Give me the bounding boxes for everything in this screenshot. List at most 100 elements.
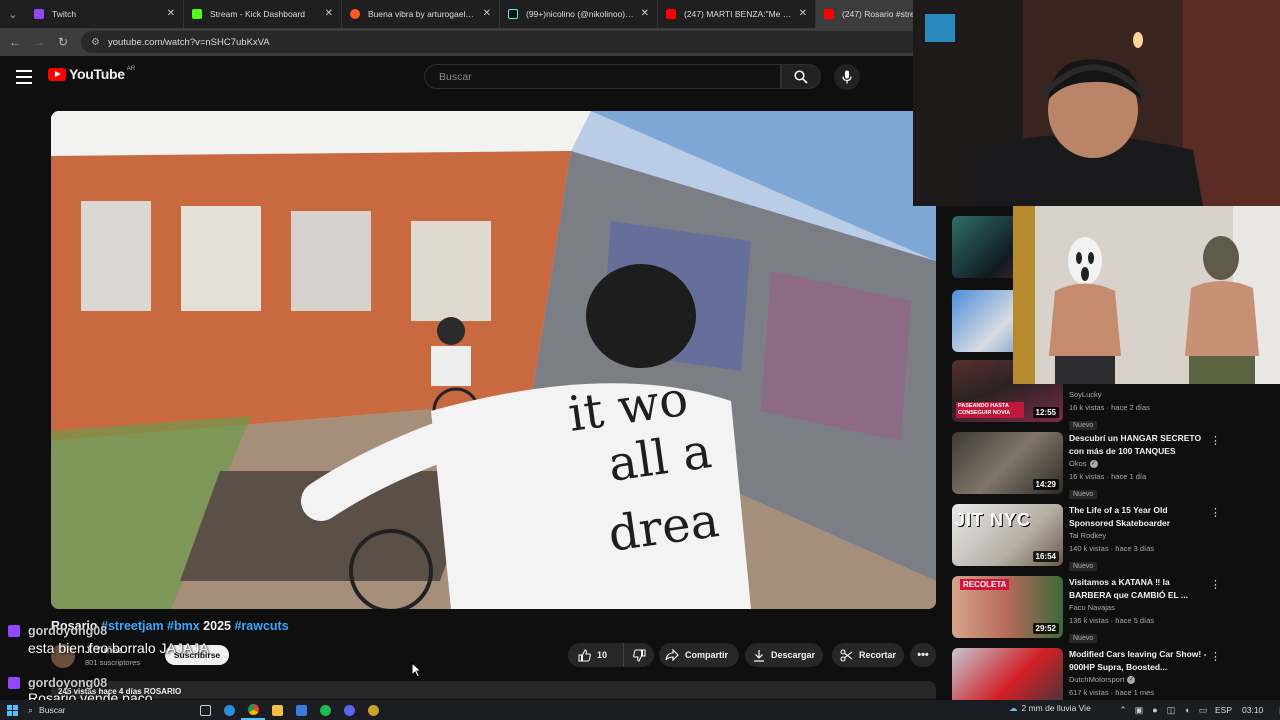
weather-widget[interactable]: ☁ 2 mm de lluvia Vie [1009, 703, 1091, 714]
twitch-badge-icon [8, 677, 20, 689]
search-button[interactable] [781, 64, 821, 89]
tab-title: (99+)nicolino (@nikolinoo) | Ti [526, 9, 635, 19]
like-button[interactable]: 10 [568, 643, 624, 667]
dislike-button[interactable] [624, 649, 654, 662]
verified-icon: ✓ [1127, 676, 1136, 685]
new-badge: Nuevo [1069, 421, 1098, 430]
clip-button[interactable]: Recortar [832, 643, 904, 667]
more-actions-button[interactable]: ••• [910, 643, 936, 667]
close-icon[interactable]: ✕ [799, 8, 807, 19]
thumbs-down-icon [632, 649, 645, 662]
windows-logo-icon [6, 704, 18, 716]
url-field[interactable]: ⚙ youtube.com/watch?v=nSHC7ubKxVA [81, 31, 941, 53]
search-placeholder: Buscar [439, 70, 472, 83]
video-title[interactable]: Visitamos a KATANA ‼ la BARBERA que CAMB… [1069, 576, 1209, 601]
share-button[interactable]: Compartir [659, 643, 739, 667]
video-title[interactable]: Modified Cars leaving Car Show! - 900HP … [1069, 648, 1209, 673]
video-title[interactable]: The Life of a 15 Year Old Sponsored Skat… [1069, 504, 1209, 529]
file-explorer-icon[interactable] [265, 700, 289, 720]
search-icon: ⌕ [28, 704, 34, 715]
video-stats: 617 k vistas · hace 1 mes [1069, 688, 1155, 697]
forward-arrow-icon[interactable]: → [27, 30, 51, 54]
taskbar-search[interactable]: ⌕ Buscar [28, 702, 193, 718]
related-video-item[interactable]: 14:29 Descubrí un HANGAR SECRETO con más… [952, 432, 1280, 499]
subscriber-count: 801 suscriptores [85, 658, 141, 667]
music-favicon-icon [350, 9, 360, 19]
video-stats: 16 k vistas · hace 1 día [1069, 472, 1147, 481]
channel-name[interactable]: Tal Rodkey [1069, 529, 1209, 542]
share-label: Compartir [685, 650, 729, 660]
video-title[interactable]: Descubrí un HANGAR SECRETO con más de 10… [1069, 432, 1209, 457]
tab-title: (247) MARTI BENZA:"Me quedé [684, 9, 793, 19]
video-player[interactable]: it wo all a drea [51, 111, 936, 609]
thumbnail-caption: PASEANDO HASTA CONSEGUIR NOVIA [956, 402, 1024, 418]
close-icon[interactable]: ✕ [641, 8, 649, 19]
more-horizontal-icon: ••• [917, 649, 929, 661]
video-thumbnail[interactable]: JIT NYC 16:54 [952, 504, 1063, 566]
start-button[interactable] [2, 700, 22, 720]
microphone-icon [842, 70, 852, 84]
more-options-icon[interactable]: ⋮ [1210, 652, 1221, 663]
video-duration: 14:29 [1032, 479, 1059, 490]
spotify-app-icon[interactable] [313, 700, 337, 720]
microphone-icon[interactable]: ● [1147, 705, 1163, 715]
language-indicator[interactable]: ESP [1215, 705, 1232, 715]
browser-tab[interactable]: (247) MARTI BENZA:"Me quedé ✕ [658, 0, 816, 28]
site-info-icon[interactable]: ⚙ [91, 37, 100, 48]
browser-tab[interactable]: Buena vibra by arturogaeldelec ✕ [342, 0, 500, 28]
channel-name[interactable]: SoyLucky [1069, 388, 1209, 401]
close-icon[interactable]: ✕ [483, 8, 491, 19]
new-badge: Nuevo [1069, 634, 1098, 643]
youtube-favicon-icon [824, 9, 834, 19]
video-duration: 16:54 [1032, 551, 1059, 562]
close-icon[interactable]: ✕ [325, 8, 333, 19]
download-button[interactable]: Descargar [745, 643, 823, 667]
close-icon[interactable]: ✕ [167, 8, 175, 19]
related-video-item[interactable]: JIT NYC 16:54 The Life of a 15 Year Old … [952, 504, 1280, 571]
chat-message: gordoyong08 esta bien feo borralo JAJAJA [8, 624, 428, 656]
youtube-logo[interactable]: YouTube AR [48, 66, 135, 82]
clock[interactable]: 03:10 [1242, 705, 1263, 715]
battery-icon[interactable]: ▭ [1195, 705, 1211, 716]
system-tray: ⌃ ▣ ● ◫ ◖ ▭ ESP 03:10 ▤ [1115, 700, 1280, 720]
more-options-icon[interactable]: ⋮ [1210, 580, 1221, 591]
scissors-icon [840, 648, 853, 662]
new-badge: Nuevo [1069, 490, 1098, 499]
app-tray-icon[interactable]: ▣ [1131, 705, 1147, 716]
notifications-icon[interactable]: ▤ [1275, 705, 1280, 716]
chrome-app-icon[interactable] [241, 700, 265, 720]
kick-favicon-icon [192, 9, 202, 19]
browser-tab[interactable]: (99+)nicolino (@nikolinoo) | Ti ✕ [500, 0, 658, 28]
network-icon[interactable]: ◫ [1163, 705, 1179, 716]
streamer-webcam-overlay [913, 0, 1280, 206]
chevron-up-icon[interactable]: ⌃ [1115, 705, 1131, 716]
tab-search-icon[interactable]: ⌄ [0, 0, 26, 28]
more-options-icon[interactable]: ⋮ [1210, 436, 1221, 447]
video-thumbnail[interactable]: 14:29 [952, 432, 1063, 494]
download-icon [754, 649, 764, 662]
reload-icon[interactable]: ↻ [51, 30, 75, 54]
browser-tab[interactable]: Twitch ✕ [26, 0, 184, 28]
taskview-icon[interactable] [193, 700, 217, 720]
browser-tab[interactable]: Stream - Kick Dashboard ✕ [184, 0, 342, 28]
channel-name[interactable]: DutchMotorsport [1069, 675, 1124, 684]
channel-name[interactable]: Facu Navajas [1069, 601, 1209, 614]
discord-app-icon[interactable] [337, 700, 361, 720]
hamburger-menu-icon[interactable] [16, 70, 32, 84]
chat-message-text: esta bien feo borralo JAJAJA [28, 640, 209, 656]
chat-username: gordoyong08 [28, 676, 108, 690]
related-video-item[interactable]: RECOLETA 29:52 Visitamos a KATANA ‼ la B… [952, 576, 1280, 643]
back-arrow-icon[interactable]: ← [3, 30, 27, 54]
chat-username: gordoyong08 [28, 624, 108, 638]
obs-app-icon[interactable] [361, 700, 385, 720]
voice-search-button[interactable] [834, 64, 860, 90]
video-stats: 16 k vistas · hace 2 días [1069, 403, 1150, 412]
more-options-icon[interactable]: ⋮ [1210, 508, 1221, 519]
search-input[interactable]: Buscar [424, 64, 781, 89]
rain-cloud-icon: ☁ [1009, 703, 1018, 713]
channel-name[interactable]: Okos [1069, 459, 1087, 468]
volume-icon[interactable]: ◖ [1179, 705, 1195, 715]
video-thumbnail[interactable]: RECOLETA 29:52 [952, 576, 1063, 638]
store-app-icon[interactable] [289, 700, 313, 720]
edge-app-icon[interactable] [217, 700, 241, 720]
